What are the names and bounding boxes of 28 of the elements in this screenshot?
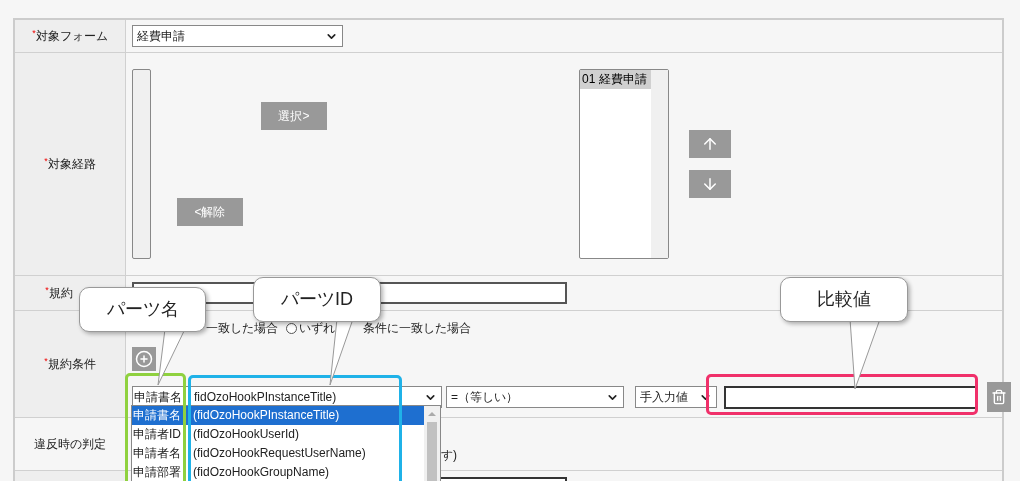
arrow-down-icon bbox=[701, 175, 719, 193]
source-dropdown[interactable]: 手入力値 bbox=[635, 386, 717, 408]
scrollbar[interactable] bbox=[424, 406, 440, 481]
list-box[interactable]: 01 経費申請 bbox=[579, 69, 669, 259]
trash-icon bbox=[991, 389, 1007, 405]
field-label: *対象フォーム bbox=[32, 27, 108, 45]
delete-button[interactable] bbox=[987, 382, 1011, 412]
option-text: す) bbox=[441, 447, 457, 464]
field-label: *規約条件 bbox=[44, 355, 96, 373]
field-label: 違反時の判定 bbox=[34, 436, 106, 453]
dropdown-option[interactable]: 申請者名 (fidOzoHookRequestUserName) bbox=[132, 444, 424, 463]
move-up-button[interactable] bbox=[689, 130, 731, 158]
list-item[interactable]: 01 経費申請 bbox=[580, 70, 651, 89]
dropdown-option[interactable]: 申請書名 (fidOzoHookPInstanceTitle) bbox=[132, 406, 424, 425]
add-button[interactable] bbox=[132, 347, 156, 371]
radio-label: 一致した場合 bbox=[206, 320, 278, 337]
scrollbar[interactable] bbox=[651, 70, 668, 258]
plus-icon bbox=[135, 350, 153, 368]
operator-dropdown[interactable]: =（等しい） bbox=[446, 386, 624, 408]
dropdown-option[interactable]: 申請部署 (fidOzoHookGroupName) bbox=[132, 463, 424, 481]
field-label: *対象経路 bbox=[44, 155, 96, 173]
field-label: *規約 bbox=[45, 284, 73, 302]
dropdown-option[interactable]: 申請者ID (fidOzoHookUserId) bbox=[132, 425, 424, 444]
form-dropdown[interactable]: 経費申請 bbox=[132, 25, 343, 47]
radio-label: 条件に一致した場合 bbox=[363, 320, 471, 337]
list-box[interactable] bbox=[132, 69, 151, 259]
move-down-button[interactable] bbox=[689, 170, 731, 198]
radio-label: いずれ bbox=[299, 320, 336, 337]
